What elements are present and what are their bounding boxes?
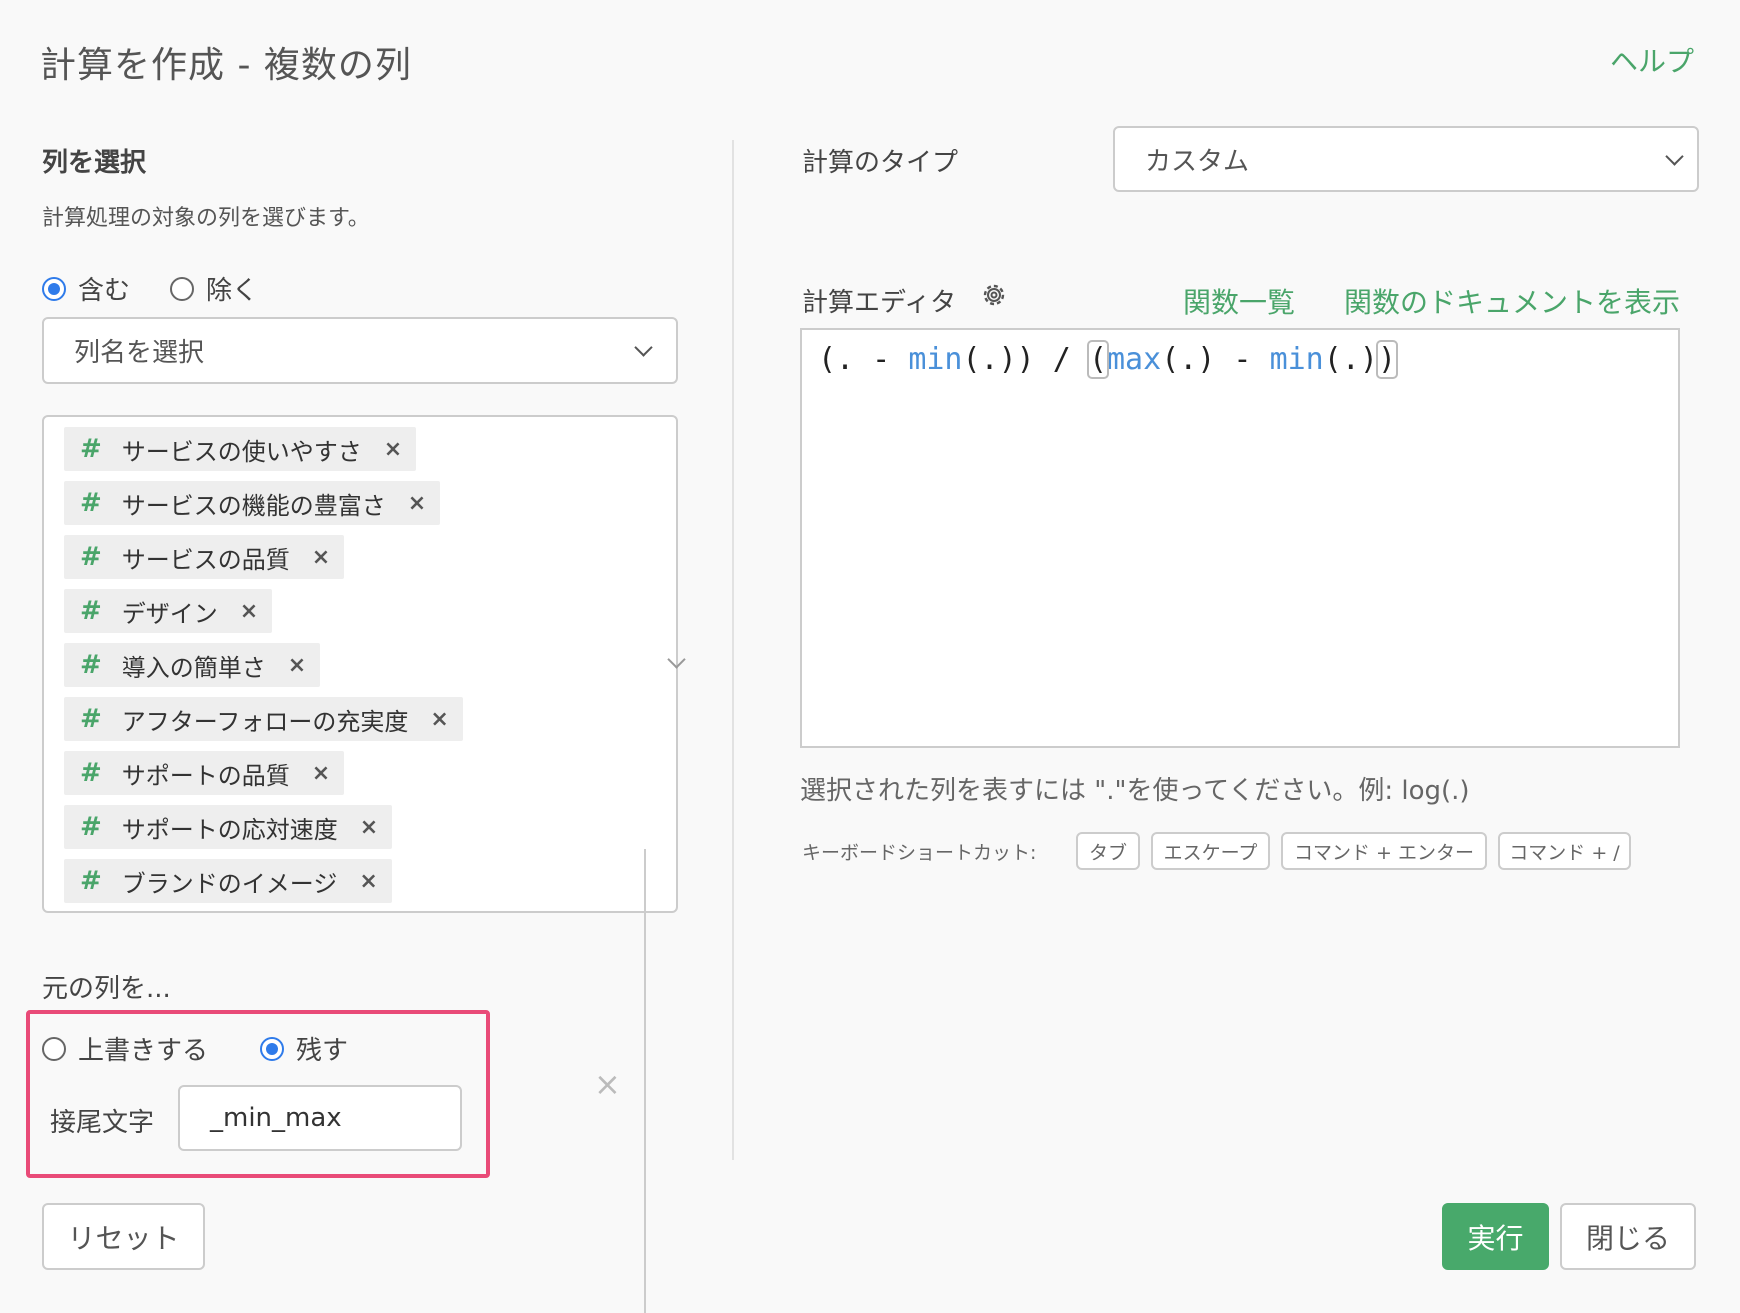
include-exclude-group: 含む 除く bbox=[42, 270, 258, 307]
column-tag-label: 導入の簡単さ bbox=[121, 653, 266, 682]
calc-editor[interactable]: (. - min(.)) / (max(.) - min(.)) bbox=[800, 328, 1680, 748]
function-list-link[interactable]: 関数一覧 bbox=[1183, 281, 1295, 321]
number-type-icon: # bbox=[80, 650, 102, 680]
remove-tag-icon[interactable]: × bbox=[430, 707, 448, 732]
shortcut-label: キーボードショートカット: bbox=[802, 842, 1037, 864]
column-tag: # デザイン × bbox=[64, 589, 273, 633]
number-type-icon: # bbox=[80, 758, 102, 788]
remove-tag-icon[interactable]: × bbox=[359, 869, 377, 894]
calc-type-value: カスタム bbox=[1145, 146, 1250, 177]
column-divider bbox=[732, 140, 734, 1160]
column-tag-label: サービスの品質 bbox=[121, 545, 290, 574]
number-type-icon: # bbox=[80, 542, 102, 572]
column-tag-label: サービスの使いやすさ bbox=[121, 437, 362, 466]
code-text: (.)) / bbox=[962, 342, 1089, 377]
column-tag: # サービスの品質 × bbox=[64, 535, 345, 579]
column-select[interactable]: 列名を選択 bbox=[42, 317, 678, 384]
remove-tag-icon[interactable]: × bbox=[312, 545, 330, 570]
calc-editor-label: 計算エディタ bbox=[802, 288, 957, 318]
clear-all-icon[interactable]: × bbox=[594, 1065, 621, 1103]
remove-tag-icon[interactable]: × bbox=[360, 815, 378, 840]
number-type-icon: # bbox=[80, 488, 102, 518]
code-text: (. - bbox=[818, 342, 909, 377]
shortcut-key: タブ bbox=[1076, 832, 1140, 870]
original-option-group: 上書きする 残す bbox=[42, 1030, 348, 1067]
close-button[interactable]: 閉じる bbox=[1560, 1203, 1696, 1270]
code-text: (.) - bbox=[1161, 342, 1270, 377]
suffix-label: 接尾文字 bbox=[50, 1108, 155, 1138]
matched-bracket: ) bbox=[1375, 340, 1399, 379]
code-function: min bbox=[1269, 342, 1324, 377]
shortcut-key: エスケープ bbox=[1151, 832, 1270, 870]
original-columns-label: 元の列を... bbox=[42, 974, 171, 1004]
selected-columns-box[interactable]: # サービスの使いやすさ × # サービスの機能の豊富さ × # サービスの品質… bbox=[42, 415, 686, 1313]
run-button[interactable]: 実行 bbox=[1442, 1203, 1549, 1270]
include-option[interactable]: 含む bbox=[42, 270, 130, 307]
overwrite-radio[interactable] bbox=[42, 1036, 66, 1061]
column-tag: # 導入の簡単さ × bbox=[64, 643, 321, 687]
column-tag: # サービスの使いやすさ × bbox=[64, 427, 417, 471]
code-text: (.) bbox=[1323, 342, 1378, 377]
number-type-icon: # bbox=[80, 704, 102, 734]
select-columns-title: 列を選択 bbox=[42, 148, 147, 178]
code-function: max bbox=[1107, 342, 1162, 377]
remove-tag-icon[interactable]: × bbox=[408, 491, 426, 516]
chevron-down-icon bbox=[1665, 147, 1684, 166]
remove-tag-icon[interactable]: × bbox=[312, 761, 330, 786]
chevron-down-icon[interactable] bbox=[667, 650, 686, 669]
number-type-icon: # bbox=[80, 434, 102, 464]
overwrite-label: 上書きする bbox=[78, 1036, 209, 1066]
remove-tag-icon[interactable]: × bbox=[240, 599, 258, 624]
exclude-label: 除く bbox=[206, 276, 259, 306]
select-columns-description: 計算処理の対象の列を選びます。 bbox=[42, 206, 370, 231]
chevron-down-icon bbox=[634, 338, 653, 357]
overwrite-option[interactable]: 上書きする bbox=[42, 1030, 208, 1067]
keep-radio[interactable] bbox=[260, 1036, 285, 1061]
remove-tag-icon[interactable]: × bbox=[384, 437, 402, 462]
gear-icon[interactable] bbox=[980, 281, 1008, 309]
include-radio[interactable] bbox=[42, 276, 66, 301]
shortcut-key: コマンド + エンター bbox=[1281, 832, 1487, 870]
help-link[interactable]: ヘルプ bbox=[1610, 40, 1694, 80]
exclude-radio[interactable] bbox=[170, 276, 195, 301]
column-select-placeholder: 列名を選択 bbox=[74, 338, 205, 368]
exclude-option[interactable]: 除く bbox=[170, 270, 258, 307]
column-tag-label: サポートの応対速度 bbox=[121, 815, 338, 844]
editor-hint: 選択された列を表すには "."を使ってください。例: log(.) bbox=[800, 776, 1470, 806]
function-docs-link[interactable]: 関数のドキュメントを表示 bbox=[1344, 281, 1680, 321]
number-type-icon: # bbox=[80, 812, 102, 842]
keep-option[interactable]: 残す bbox=[260, 1030, 348, 1067]
column-tag: # アフターフォローの充実度 × bbox=[64, 697, 463, 741]
code-function: min bbox=[908, 342, 963, 377]
shortcut-key: コマンド + / bbox=[1498, 832, 1631, 870]
remove-tag-icon[interactable]: × bbox=[288, 653, 306, 678]
column-tag-label: サポートの品質 bbox=[121, 761, 290, 790]
column-tag: # サービスの機能の豊富さ × bbox=[64, 481, 441, 525]
include-label: 含む bbox=[78, 276, 131, 306]
column-tag: # ブランドのイメージ × bbox=[64, 859, 392, 903]
matched-bracket: ( bbox=[1086, 340, 1110, 379]
tagbox-separator bbox=[644, 849, 646, 1313]
column-tag-label: アフターフォローの充実度 bbox=[121, 707, 409, 736]
suffix-input[interactable]: _min_max bbox=[178, 1085, 462, 1151]
column-tag-label: サービスの機能の豊富さ bbox=[121, 491, 386, 520]
column-tag-label: ブランドのイメージ bbox=[121, 869, 338, 898]
column-tag: # サポートの応対速度 × bbox=[64, 805, 393, 849]
dialog-title: 計算を作成 - 複数の列 bbox=[40, 45, 412, 86]
number-type-icon: # bbox=[80, 596, 102, 626]
number-type-icon: # bbox=[80, 866, 102, 896]
reset-button[interactable]: リセット bbox=[42, 1203, 205, 1270]
column-tag: # サポートの品質 × bbox=[64, 751, 345, 795]
keep-label: 残す bbox=[296, 1036, 349, 1066]
column-tag-label: デザイン bbox=[121, 599, 218, 628]
calc-type-select[interactable]: カスタム bbox=[1113, 126, 1699, 192]
calc-type-label: 計算のタイプ bbox=[802, 148, 959, 178]
